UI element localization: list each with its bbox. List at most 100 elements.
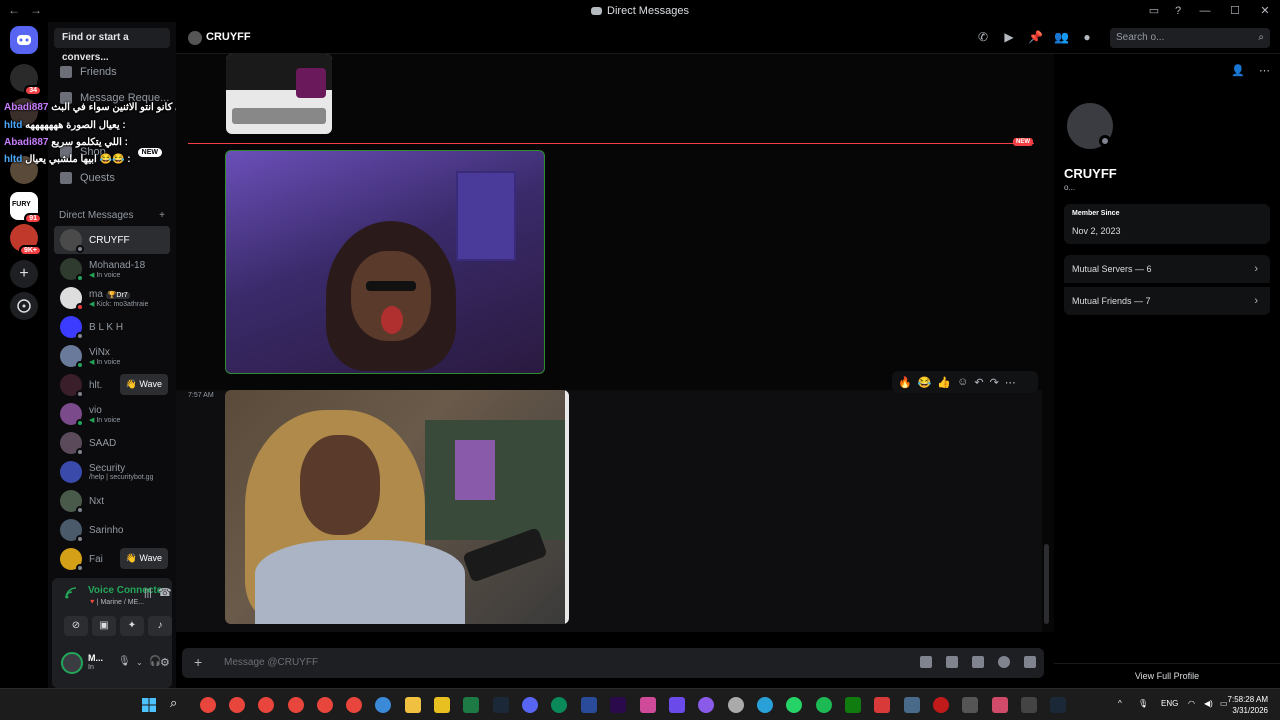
spotify-icon[interactable]: [816, 697, 832, 713]
dm-item[interactable]: B L K H: [54, 313, 170, 341]
chevron-down-icon[interactable]: ⌄: [136, 658, 143, 667]
app-icon[interactable]: [669, 697, 685, 713]
user-avatar[interactable]: [61, 652, 83, 674]
app-icon[interactable]: [904, 697, 920, 713]
noise-suppression-icon[interactable]: |||: [144, 588, 152, 599]
app-icon[interactable]: [1021, 697, 1037, 713]
sticker-icon[interactable]: [972, 656, 984, 668]
wifi-icon[interactable]: ◠: [1188, 699, 1195, 708]
upload-plus-icon[interactable]: +: [194, 654, 202, 670]
microphone-icon[interactable]: 🎙: [118, 656, 131, 667]
phone-icon[interactable]: ✆: [976, 30, 990, 44]
user-profile-icon[interactable]: ●: [1080, 30, 1094, 44]
app-icon[interactable]: [581, 697, 597, 713]
profile-avatar[interactable]: [1064, 100, 1116, 152]
add-reaction-icon[interactable]: ☺: [957, 376, 968, 388]
gift-icon[interactable]: [920, 656, 932, 668]
inbox-icon[interactable]: ▭: [1142, 0, 1166, 22]
discord-icon[interactable]: [522, 697, 538, 713]
add-friend-icon[interactable]: 👤: [1231, 64, 1245, 77]
app-icon[interactable]: [962, 697, 978, 713]
reaction-fire[interactable]: 🔥: [898, 376, 912, 389]
reaction-laugh[interactable]: 😂: [918, 376, 932, 389]
scrollbar[interactable]: [1044, 544, 1049, 624]
chrome-icon[interactable]: [288, 697, 304, 713]
message-image[interactable]: [225, 150, 545, 374]
wave-button[interactable]: 👋 Wave: [119, 374, 168, 395]
app-icon[interactable]: [698, 697, 714, 713]
battery-icon[interactable]: ▭: [1220, 699, 1228, 708]
dm-item[interactable]: vio ◀ In voice: [54, 400, 170, 428]
nav-quests[interactable]: Quests: [54, 166, 170, 190]
find-conversation-button[interactable]: Find or start a convers...: [54, 28, 170, 63]
emoji-icon[interactable]: [998, 656, 1010, 668]
system-clock[interactable]: 7:58:28 AM 3/31/2026: [1228, 694, 1268, 716]
windows-start-icon[interactable]: [141, 697, 157, 713]
dm-item[interactable]: ViNx ◀ In voice: [54, 342, 170, 370]
help-icon[interactable]: ?: [1166, 0, 1190, 22]
more-icon[interactable]: ⋯: [1259, 64, 1270, 77]
premiere-icon[interactable]: [610, 697, 626, 713]
app-icon[interactable]: [992, 697, 1008, 713]
app-icon[interactable]: [640, 697, 656, 713]
apps-icon[interactable]: [1024, 656, 1036, 668]
mutual-friends-row[interactable]: Mutual Friends — 7 ›: [1064, 287, 1270, 315]
folder-icon[interactable]: [405, 697, 421, 713]
search-icon[interactable]: ⌕: [170, 695, 186, 711]
minimize-button[interactable]: —: [1190, 0, 1220, 22]
edge-icon[interactable]: [551, 697, 567, 713]
nav-friends[interactable]: Friends: [54, 60, 170, 84]
dm-item[interactable]: hlt. 👋 Wave: [54, 371, 170, 399]
gif-icon[interactable]: [946, 656, 958, 668]
dm-item[interactable]: Fai 👋 Wave: [54, 545, 170, 573]
disconnect-icon[interactable]: ☎: [158, 586, 172, 599]
steam-icon[interactable]: [1050, 697, 1066, 713]
app-icon[interactable]: [933, 697, 949, 713]
home-button[interactable]: [10, 26, 38, 54]
close-button[interactable]: ✕: [1250, 0, 1280, 22]
dm-item[interactable]: Nxt: [54, 487, 170, 515]
chrome-icon[interactable]: [317, 697, 333, 713]
steam-icon[interactable]: [493, 697, 509, 713]
app-icon[interactable]: [728, 697, 744, 713]
create-dm-button[interactable]: +: [159, 210, 165, 221]
server-folder[interactable]: 9K+: [10, 224, 42, 256]
reply-icon[interactable]: ↶: [974, 376, 983, 389]
chrome-icon[interactable]: [200, 697, 216, 713]
volume-icon[interactable]: ◀): [1204, 699, 1213, 708]
camera-off-icon[interactable]: ⊘: [64, 616, 88, 636]
dm-item[interactable]: ma 🏆Dr7 ◀ Kick: mo3athraie: [54, 284, 170, 312]
tray-chevron[interactable]: ^: [1118, 699, 1122, 708]
excel-icon[interactable]: [463, 697, 479, 713]
xbox-icon[interactable]: [845, 697, 861, 713]
browser-icon[interactable]: [375, 697, 391, 713]
reaction-thumbsup[interactable]: 👍: [937, 376, 951, 389]
wave-button[interactable]: 👋 Wave: [119, 548, 168, 569]
add-friends-icon[interactable]: 👥: [1054, 30, 1069, 44]
dm-item[interactable]: Security/help | securitybot.gg: [54, 458, 170, 486]
discover-icon[interactable]: [10, 292, 38, 320]
forward-icon[interactable]: ↷: [990, 376, 999, 389]
add-server-icon[interactable]: +: [10, 260, 38, 288]
screen-share-icon[interactable]: ▣: [92, 616, 116, 636]
dm-item[interactable]: Mohanad-18 ◀ In voice: [54, 255, 170, 283]
app-icon[interactable]: [874, 697, 890, 713]
app-icon[interactable]: [434, 697, 450, 713]
more-icon[interactable]: ⋯: [1005, 376, 1016, 389]
message-composer[interactable]: + Message @CRUYFF: [182, 648, 1044, 678]
message-image[interactable]: [225, 390, 569, 624]
server-icon[interactable]: 34: [10, 64, 42, 96]
chrome-icon[interactable]: [346, 697, 362, 713]
chrome-icon[interactable]: [258, 697, 274, 713]
dm-item[interactable]: Sarinho: [54, 516, 170, 544]
telegram-icon[interactable]: [757, 697, 773, 713]
gear-icon[interactable]: ⚙: [160, 656, 170, 669]
pin-icon[interactable]: 📌: [1028, 30, 1043, 44]
microphone-icon[interactable]: 🎙: [1138, 699, 1148, 708]
video-icon[interactable]: ▶: [1002, 30, 1016, 44]
dm-item[interactable]: SAAD: [54, 429, 170, 457]
server-icon[interactable]: FURY 91: [10, 192, 42, 224]
activities-icon[interactable]: ✦: [120, 616, 144, 636]
view-full-profile-button[interactable]: View Full Profile: [1054, 663, 1280, 681]
mutual-servers-row[interactable]: Mutual Servers — 6 ›: [1064, 255, 1270, 283]
